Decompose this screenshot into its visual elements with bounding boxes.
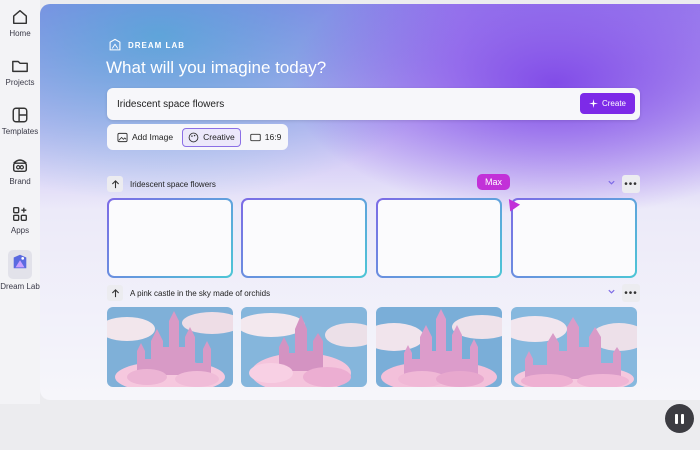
pink-castle-image [511, 307, 637, 387]
add-image-label: Add Image [132, 132, 174, 142]
generating-image-tile[interactable] [376, 198, 502, 278]
pause-bar [675, 413, 678, 424]
style-selector[interactable]: Creative [182, 127, 241, 147]
palette-icon [188, 132, 199, 142]
generated-image[interactable] [376, 307, 502, 387]
dream-lab-brand: DREAM LAB [108, 38, 185, 52]
aspect-label: 16:9 [264, 132, 282, 142]
result-row-prompt: A pink castle in the sky made of orchids [130, 288, 271, 298]
sidebar-item-templates[interactable]: Templates [0, 106, 40, 136]
home-icon [12, 9, 28, 25]
chevron-down-icon [608, 289, 615, 294]
sidebar-item-home[interactable]: Home [0, 8, 40, 38]
chevron-down-icon [608, 180, 615, 185]
aspect-ratio-icon [250, 133, 261, 141]
sidebar: Home Projects Templates Brand Apps Dream… [0, 0, 40, 404]
pink-castle-image [376, 307, 502, 387]
sidebar-item-brand[interactable]: Brand [0, 156, 40, 186]
prompt-input-value[interactable]: Iridescent space flowers [117, 99, 224, 110]
sidebar-item-label: Templates [1, 127, 39, 136]
pause-bar [681, 413, 684, 424]
brand-icon [12, 159, 28, 173]
arrow-up-icon [111, 288, 119, 297]
result-row-header: A pink castle in the sky made of orchids… [107, 284, 640, 302]
templates-icon [12, 107, 28, 123]
more-icon: ••• [624, 178, 638, 190]
pink-castle-image [107, 307, 233, 387]
pink-castle-image [241, 307, 367, 387]
page-title: What will you imagine today? [106, 58, 327, 77]
sidebar-item-dream-lab[interactable]: Dream Lab [0, 250, 40, 291]
generation-options: Add Image Creative 16:9 [107, 124, 288, 150]
brand-name: DREAM LAB [128, 40, 185, 50]
collaborator-name-tag: Max [477, 174, 511, 190]
sparkle-icon [588, 99, 598, 108]
folder-icon [12, 60, 28, 73]
more-options-button[interactable]: ••• [622, 284, 640, 302]
generated-image[interactable] [241, 307, 367, 387]
generating-image-tile[interactable] [511, 198, 637, 278]
arrow-up-icon [111, 179, 119, 188]
collapse-button[interactable] [607, 178, 616, 189]
generated-image[interactable] [511, 307, 637, 387]
reuse-prompt-button[interactable] [107, 285, 123, 301]
more-icon: ••• [624, 287, 638, 299]
sidebar-item-label: Dream Lab [0, 282, 40, 291]
dream-lab-logo-icon [109, 38, 121, 51]
sidebar-item-apps[interactable]: Apps [0, 205, 40, 235]
add-image-button[interactable]: Add Image [112, 129, 178, 146]
sidebar-item-label: Brand [9, 177, 31, 186]
image-add-icon [117, 132, 128, 142]
dream-lab-icon [13, 254, 27, 269]
dream-lab-icon-wrap [8, 250, 32, 279]
create-button-label: Create [601, 99, 626, 108]
sidebar-item-label: Home [9, 29, 31, 38]
result-row-prompt: Iridescent space flowers [130, 179, 216, 189]
prompt-input[interactable]: Iridescent space flowers Create [107, 88, 640, 120]
dream-lab-panel: DREAM LAB What will you imagine today? I… [40, 4, 700, 400]
sidebar-item-label: Projects [5, 78, 35, 87]
result-row-header: Iridescent space flowers ••• [107, 175, 640, 193]
sidebar-item-projects[interactable]: Projects [0, 57, 40, 87]
collapse-button[interactable] [607, 287, 616, 298]
generating-image-tile[interactable] [241, 198, 367, 278]
reuse-prompt-button[interactable] [107, 176, 123, 192]
aspect-ratio-selector[interactable]: 16:9 [245, 129, 287, 146]
generating-image-tile[interactable] [107, 198, 233, 278]
sidebar-item-label: Apps [10, 226, 30, 235]
more-options-button[interactable]: ••• [622, 175, 640, 193]
pause-button[interactable] [665, 404, 694, 433]
apps-icon [13, 207, 27, 221]
generated-image[interactable] [107, 307, 233, 387]
style-label: Creative [203, 132, 235, 142]
create-button[interactable]: Create [580, 93, 635, 114]
